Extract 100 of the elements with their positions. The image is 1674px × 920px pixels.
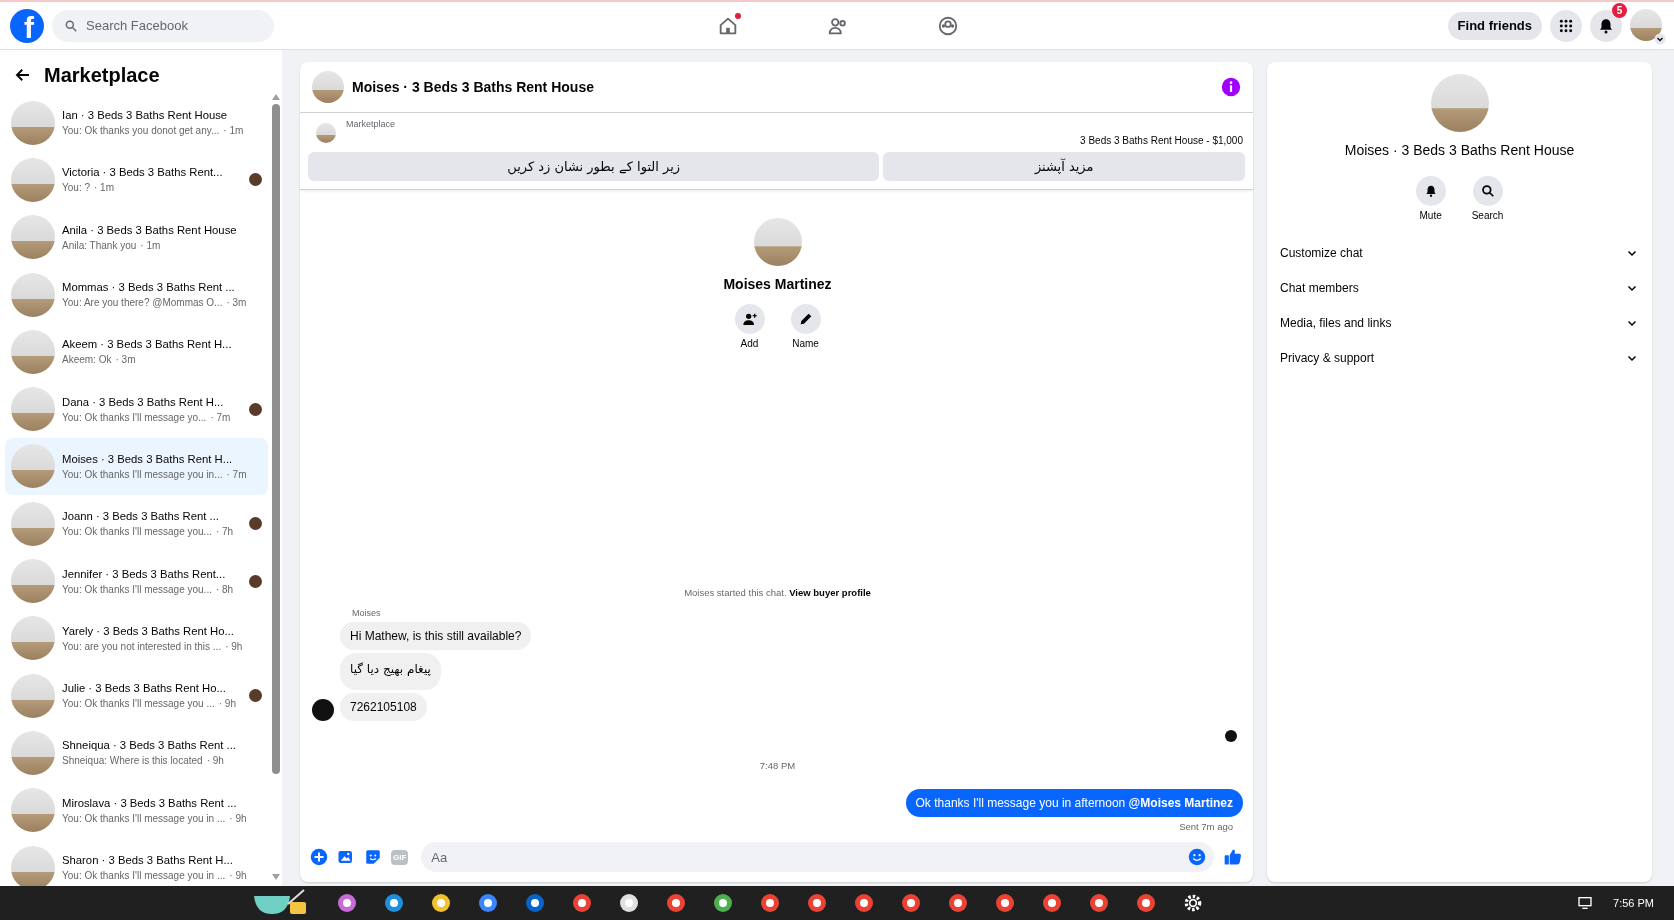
search-field[interactable]: Search Facebook [52, 9, 274, 42]
gear-icon[interactable] [1183, 893, 1203, 913]
chevron-down-icon[interactable] [1654, 32, 1666, 45]
message-preview: Anila: Thank you [62, 239, 137, 251]
app-icon[interactable] [713, 893, 733, 913]
section-toggle[interactable]: Chat members [1267, 270, 1652, 305]
app-icon[interactable] [572, 893, 592, 913]
app-icon[interactable] [666, 893, 686, 913]
monitor-icon[interactable] [1577, 895, 1594, 911]
scroll-up-icon[interactable] [272, 94, 280, 100]
grid-icon [1558, 17, 1574, 34]
profile-name: Moises Martinez [723, 276, 832, 292]
group-icon [937, 14, 959, 37]
section-toggle[interactable]: Media, files and links [1267, 305, 1652, 340]
conversation-title: Mommas · 3 Beds 3 Baths Rent ... [62, 281, 236, 294]
conversation-item[interactable]: Julie · 3 Beds 3 Baths Rent Ho... You: Ok thanks I'll message you ... · 9h [5, 666, 268, 725]
message-input-text[interactable]: Aa [429, 848, 1188, 866]
message-time: · 9h [206, 755, 224, 767]
action-label: Add [740, 338, 759, 349]
delivery-status: Sent 7m ago [1178, 821, 1234, 832]
chat-started-notice: Moises started this chat. View buyer profile [683, 587, 872, 598]
image-icon[interactable] [337, 848, 355, 866]
search-button[interactable] [1472, 176, 1503, 206]
chat-title: Moises · 3 Beds 3 Baths Rent House [352, 79, 595, 95]
conversation-title: Julie · 3 Beds 3 Baths Rent Ho... [62, 682, 227, 695]
conversation-item[interactable]: Moises · 3 Beds 3 Baths Rent H... You: Ok thanks I'll message you in... · 7m [5, 437, 268, 496]
conversation-photo [11, 215, 55, 260]
app-icon[interactable] [1089, 893, 1109, 913]
conversation-item[interactable]: Dana · 3 Beds 3 Baths Rent H... You: Ok thanks I'll message yo... · 7m [5, 380, 268, 438]
app-icon[interactable] [478, 893, 498, 913]
app-icon[interactable] [948, 893, 968, 913]
app-icon[interactable] [431, 893, 451, 913]
app-icon[interactable] [995, 893, 1015, 913]
conversation-item[interactable]: Shneiqua · 3 Beds 3 Baths Rent ... Shneiqua: Where is this located · 9h [5, 724, 268, 782]
sender-name: Moises [352, 608, 382, 618]
app-icon[interactable] [760, 893, 780, 913]
message-time: · 1m [94, 182, 114, 194]
listing-action-button[interactable]: زیر التوا کے بطور نشان زد کریں [308, 152, 880, 181]
search-input[interactable]: Search Facebook [84, 17, 244, 34]
facebook-logo[interactable]: f [10, 8, 44, 43]
message-input[interactable]: Aa [421, 842, 1214, 872]
message-preview: You: Ok thanks I'll message you... [62, 526, 212, 538]
app-icon[interactable] [807, 893, 827, 913]
section-toggle[interactable]: Customize chat [1267, 235, 1652, 270]
app-icon[interactable] [337, 893, 357, 913]
add-person-icon [741, 311, 758, 327]
conversation-title: Anila · 3 Beds 3 Baths Rent House [62, 223, 238, 236]
scroll-down-icon[interactable] [272, 874, 280, 880]
conversation-photo [11, 329, 55, 374]
mute-button[interactable] [1415, 176, 1446, 206]
message-time: · 9h [225, 640, 243, 652]
message-time: · 1m [140, 239, 161, 251]
conversation-photo [11, 845, 55, 886]
app-icon[interactable] [384, 893, 404, 913]
message-time: · 9h [229, 812, 247, 824]
buyer-profile-link[interactable]: View buyer profile [789, 587, 871, 598]
conversation-photo [11, 157, 55, 202]
message-preview: You: are you not interested in this ... [62, 640, 222, 652]
listing-photo [316, 123, 336, 143]
conversation-item[interactable]: Victoria · 3 Beds 3 Baths Rent... You: ? · 1m [5, 151, 268, 209]
info-icon[interactable] [1221, 77, 1241, 97]
conversation-item[interactable]: Miroslava · 3 Beds 3 Baths Rent ... You: Ok thanks I'll message you in ... · 9h [5, 781, 268, 839]
message-preview: You: Ok thanks I'll message you ... [62, 698, 215, 710]
section-toggle[interactable]: Privacy & support [1267, 340, 1652, 375]
rename-button[interactable] [790, 304, 821, 334]
conversation-item[interactable]: Ian · 3 Beds 3 Baths Rent House You: Ok thanks you donot get any... · 1m [5, 94, 268, 152]
listing-summary: 3 Beds 3 Baths Rent House - $1,000 [1079, 135, 1244, 146]
message-time: · 9h [229, 870, 247, 881]
message-bubble: 7262105108 [340, 693, 427, 721]
listing-action-button[interactable]: مزید آپشنز [883, 152, 1245, 181]
scrollbar-thumb[interactable] [272, 104, 280, 774]
menu-button[interactable] [1550, 9, 1582, 42]
action-label: Name [792, 338, 819, 349]
back-arrow-icon[interactable] [14, 66, 32, 84]
plus-icon[interactable] [310, 848, 328, 866]
app-icon[interactable] [854, 893, 874, 913]
search-icon [1480, 184, 1495, 198]
app-icon[interactable] [619, 893, 639, 913]
conversation-item[interactable]: Sharon · 3 Beds 3 Baths Rent H... You: Ok thanks I'll message you in ... · 9h [5, 838, 268, 886]
conversation-item[interactable]: Jennifer · 3 Beds 3 Baths Rent... You: Ok thanks I'll message you... · 8h [5, 552, 268, 610]
message-preview: Shneiqua: Where is this located [62, 755, 203, 767]
app-icon[interactable] [1136, 893, 1156, 913]
message-time: · 7m [226, 468, 247, 480]
add-person-button[interactable] [734, 304, 765, 334]
app-icon[interactable] [901, 893, 921, 913]
app-icon[interactable] [525, 893, 545, 913]
conversation-item[interactable]: Joann · 3 Beds 3 Baths Rent ... You: Ok thanks I'll message you... · 7h [5, 495, 268, 553]
conversation-item[interactable]: Akeem · 3 Beds 3 Baths Rent H... Akeem: Ok · 3m [5, 323, 268, 381]
message-preview: You: Ok thanks I'll message you in ... [62, 870, 226, 881]
thumbs-up-icon[interactable] [1223, 847, 1243, 867]
conversation-item[interactable]: Anila · 3 Beds 3 Baths Rent House Anila: Thank you · 1m [5, 208, 268, 266]
find-friends-button[interactable]: Find friends [1447, 11, 1542, 40]
smiley-icon[interactable] [1188, 848, 1206, 866]
conversation-item[interactable]: Mommas · 3 Beds 3 Baths Rent ... You: Are you there? @Mommas O... · 3m [5, 265, 268, 324]
sticker-icon[interactable] [364, 848, 382, 866]
conversation-photo [11, 444, 55, 489]
conversation-item[interactable]: Yarely · 3 Beds 3 Baths Rent Ho... You: are you not interested in this ... · 9h [5, 609, 268, 667]
profile-photo [753, 218, 802, 266]
app-icon[interactable] [1042, 893, 1062, 913]
conversation-photo [11, 616, 55, 661]
